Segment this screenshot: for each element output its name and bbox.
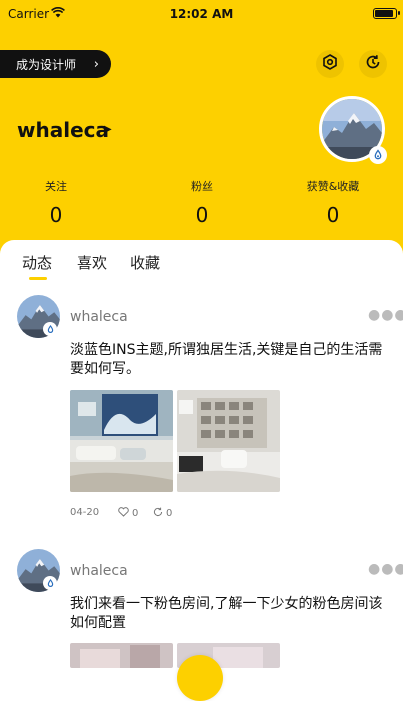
stat-following[interactable]: 关注 0 — [0, 178, 116, 227]
post-text[interactable]: 我们来看一下粉色房间,了解一下少女的粉色房间该如何配置 — [70, 595, 390, 633]
history-icon — [365, 54, 381, 74]
post-photo[interactable] — [70, 390, 173, 492]
stat-likes-favorites[interactable]: 获赞&收藏 0 — [273, 178, 393, 227]
active-tab-indicator — [29, 277, 47, 280]
stat-likes-favorites-label: 获赞&收藏 — [306, 180, 360, 193]
become-designer-button[interactable]: 成为设计师 › — [0, 50, 111, 78]
settings-button[interactable] — [316, 50, 344, 78]
stat-followers-value: 0 — [195, 203, 209, 227]
tab-posts[interactable]: 动态 — [22, 252, 52, 273]
post-photo[interactable] — [70, 643, 173, 668]
caret-right-icon[interactable]: ▶ — [104, 124, 112, 135]
floating-action-button[interactable] — [177, 655, 223, 701]
verified-badge-icon — [43, 322, 57, 336]
stat-following-value: 0 — [49, 203, 63, 227]
post-photo[interactable] — [177, 390, 280, 492]
stat-following-label: 关注 — [45, 180, 67, 193]
status-bar: Carrier 12:02 AM — [0, 0, 403, 28]
tab-likes[interactable]: 喜欢 — [77, 252, 107, 273]
battery-icon — [373, 8, 400, 19]
post-text[interactable]: 淡蓝色INS主题,所谓独居生活,关键是自己的生活需要如何写。 — [70, 341, 390, 379]
profile-username[interactable]: whaleca — [17, 118, 109, 142]
verified-badge-icon — [369, 146, 387, 164]
post-like-button[interactable]: 0 — [118, 507, 138, 520]
post-comment-count: 0 — [166, 508, 173, 519]
stat-followers[interactable]: 粉丝 0 — [142, 178, 262, 227]
post-like-count: 0 — [132, 508, 139, 519]
verified-badge-icon — [43, 576, 57, 590]
history-button[interactable] — [359, 50, 387, 78]
heart-icon — [118, 507, 132, 520]
chevron-right-icon: › — [93, 56, 99, 72]
post-author-name[interactable]: whaleca — [70, 563, 128, 579]
settings-hexagon-icon — [322, 54, 338, 74]
refresh-icon — [153, 507, 166, 520]
stat-followers-label: 粉丝 — [191, 180, 213, 193]
post-comment-button[interactable]: 0 — [153, 507, 172, 520]
post-date: 04-20 — [70, 507, 100, 518]
stat-likes-favorites-value: 0 — [326, 203, 340, 227]
post-author-name[interactable]: whaleca — [70, 309, 128, 325]
more-options-icon[interactable]: ●●● — [368, 307, 403, 323]
become-designer-label: 成为设计师 — [16, 57, 77, 72]
clock: 12:02 AM — [169, 7, 234, 21]
more-options-icon[interactable]: ●●● — [368, 561, 403, 577]
tab-favorites[interactable]: 收藏 — [130, 252, 160, 273]
